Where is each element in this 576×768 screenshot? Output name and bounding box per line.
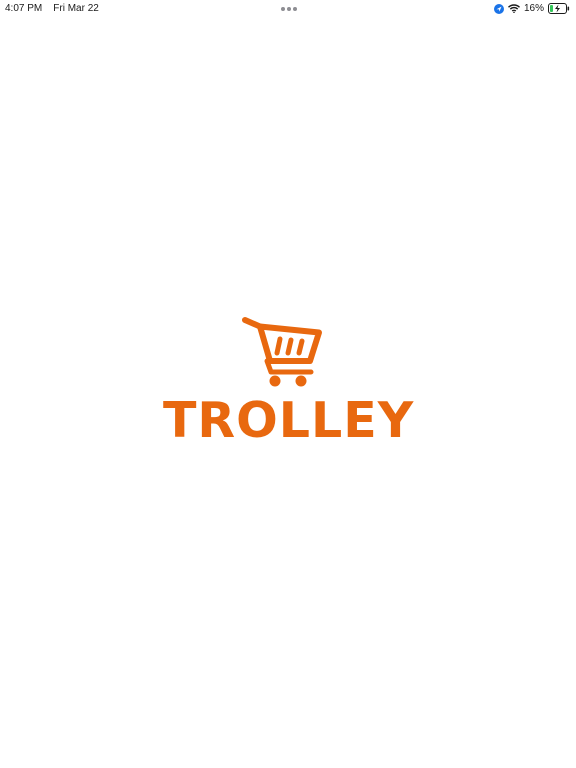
brand-name: TROLLEY: [163, 392, 415, 449]
brand-logo: TROLLEY: [0, 0, 576, 768]
splash-screen: 4:07 PM Fri Mar 22 16% TROLLEY: [0, 0, 576, 768]
shopping-cart-icon: [242, 317, 322, 387]
